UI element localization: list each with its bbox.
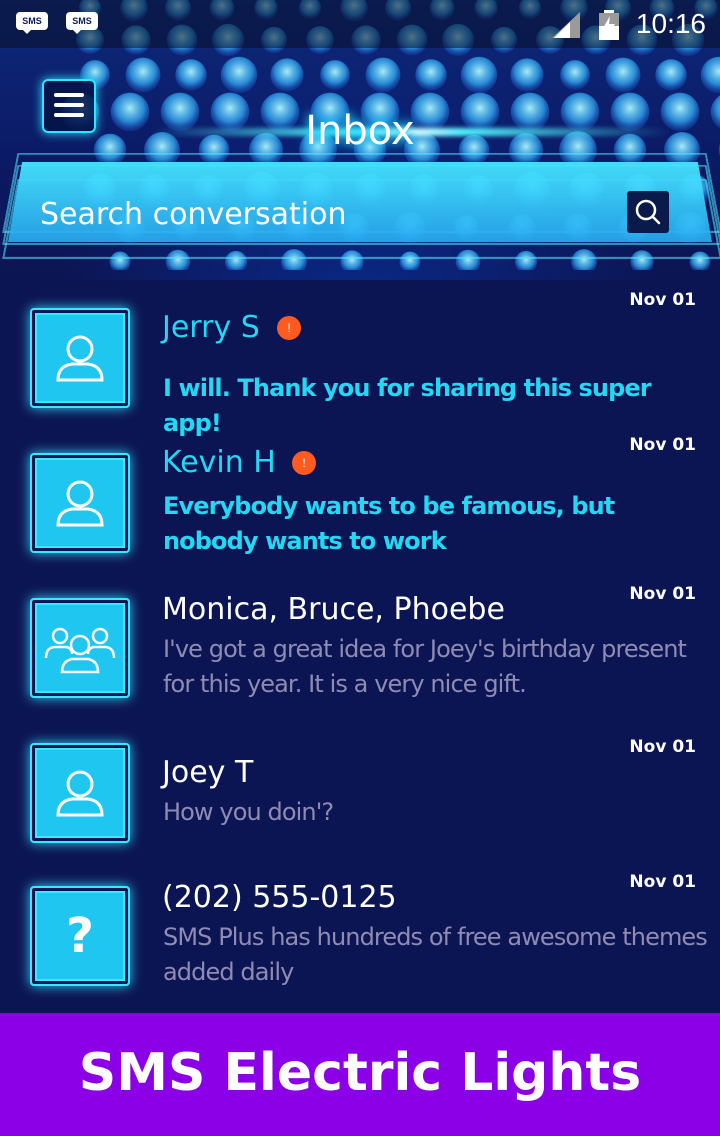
contact-name: Monica, Bruce, Phoebe	[162, 592, 505, 627]
conversation-item[interactable]: Nov 01 ? (202) 555-0125 SMS Plus has hun…	[0, 858, 720, 998]
conversation-date: Nov 01	[629, 872, 696, 892]
bokeh-dot	[510, 58, 544, 92]
bokeh-dot	[125, 57, 161, 93]
message-snippet: Everybody wants to be famous, but nobody…	[163, 492, 615, 555]
banner-text: SMS Electric Lights	[78, 1043, 642, 1103]
sms-plus-icon: SMS	[66, 12, 100, 34]
status-bar: SMS SMS 10:16	[0, 0, 720, 48]
conversation-date: Nov 01	[629, 290, 696, 310]
clock: 10:16	[635, 8, 706, 39]
contact-name: Kevin H	[162, 445, 276, 480]
conversation-item[interactable]: Nov 01 Jerry S ! I will. Thank you for s…	[0, 280, 720, 437]
contact-avatar[interactable]	[30, 453, 130, 553]
unread-badge: !	[292, 451, 316, 475]
conversation-item[interactable]: Nov 01 Monica, Bruce, Phoebe I've got a …	[0, 570, 720, 710]
bokeh-dot	[415, 59, 447, 91]
bokeh-dot	[365, 57, 401, 93]
conversation-date: Nov 01	[629, 435, 696, 455]
contact-avatar[interactable]	[30, 743, 130, 843]
unread-badge: !	[277, 316, 301, 340]
contact-name: Joey T	[162, 755, 254, 790]
message-snippet: SMS Plus has hundreds of free awesome th…	[163, 923, 708, 986]
conversation-date: Nov 01	[629, 737, 696, 757]
search-bar: Search conversation	[0, 150, 720, 270]
contact-name: Jerry S	[162, 310, 260, 345]
bokeh-dot	[270, 58, 304, 92]
contact-avatar[interactable]: ?	[30, 886, 130, 986]
search-icon	[635, 199, 661, 225]
contact-avatar[interactable]	[30, 308, 130, 408]
message-snippet: How you doin'?	[163, 798, 334, 826]
promo-banner: SMS Electric Lights	[0, 1013, 720, 1136]
conversation-item[interactable]: Nov 01 Joey T How you doin'?	[0, 715, 720, 855]
bokeh-dot	[655, 59, 687, 91]
contact-name: (202) 555-0125	[162, 880, 397, 915]
person-icon	[56, 770, 104, 817]
message-snippet: I've got a great idea for Joey's birthda…	[163, 635, 687, 698]
signal-icon	[552, 12, 580, 38]
person-icon	[56, 335, 104, 382]
group-icon	[44, 627, 116, 674]
conversation-date: Nov 01	[629, 584, 696, 604]
person-icon	[56, 480, 104, 527]
battery-icon	[599, 10, 619, 40]
search-placeholder[interactable]: Search conversation	[40, 197, 347, 232]
bokeh-dot	[605, 57, 641, 93]
conversation-item[interactable]: Nov 01 Kevin H ! Everybody wants to be f…	[0, 425, 720, 565]
bokeh-dot	[220, 56, 258, 94]
sms-plus-icon: SMS	[16, 12, 50, 34]
bokeh-dot	[175, 59, 207, 91]
page-title: Inbox	[305, 108, 415, 154]
search-button[interactable]	[627, 191, 669, 233]
bokeh-dot	[320, 60, 350, 90]
unknown-contact-icon: ?	[66, 908, 94, 964]
svg-text:?: ?	[66, 908, 94, 964]
bokeh-dot	[560, 60, 590, 90]
bokeh-dot	[700, 56, 720, 94]
contact-avatar[interactable]	[30, 598, 130, 698]
bokeh-dot	[460, 56, 498, 94]
